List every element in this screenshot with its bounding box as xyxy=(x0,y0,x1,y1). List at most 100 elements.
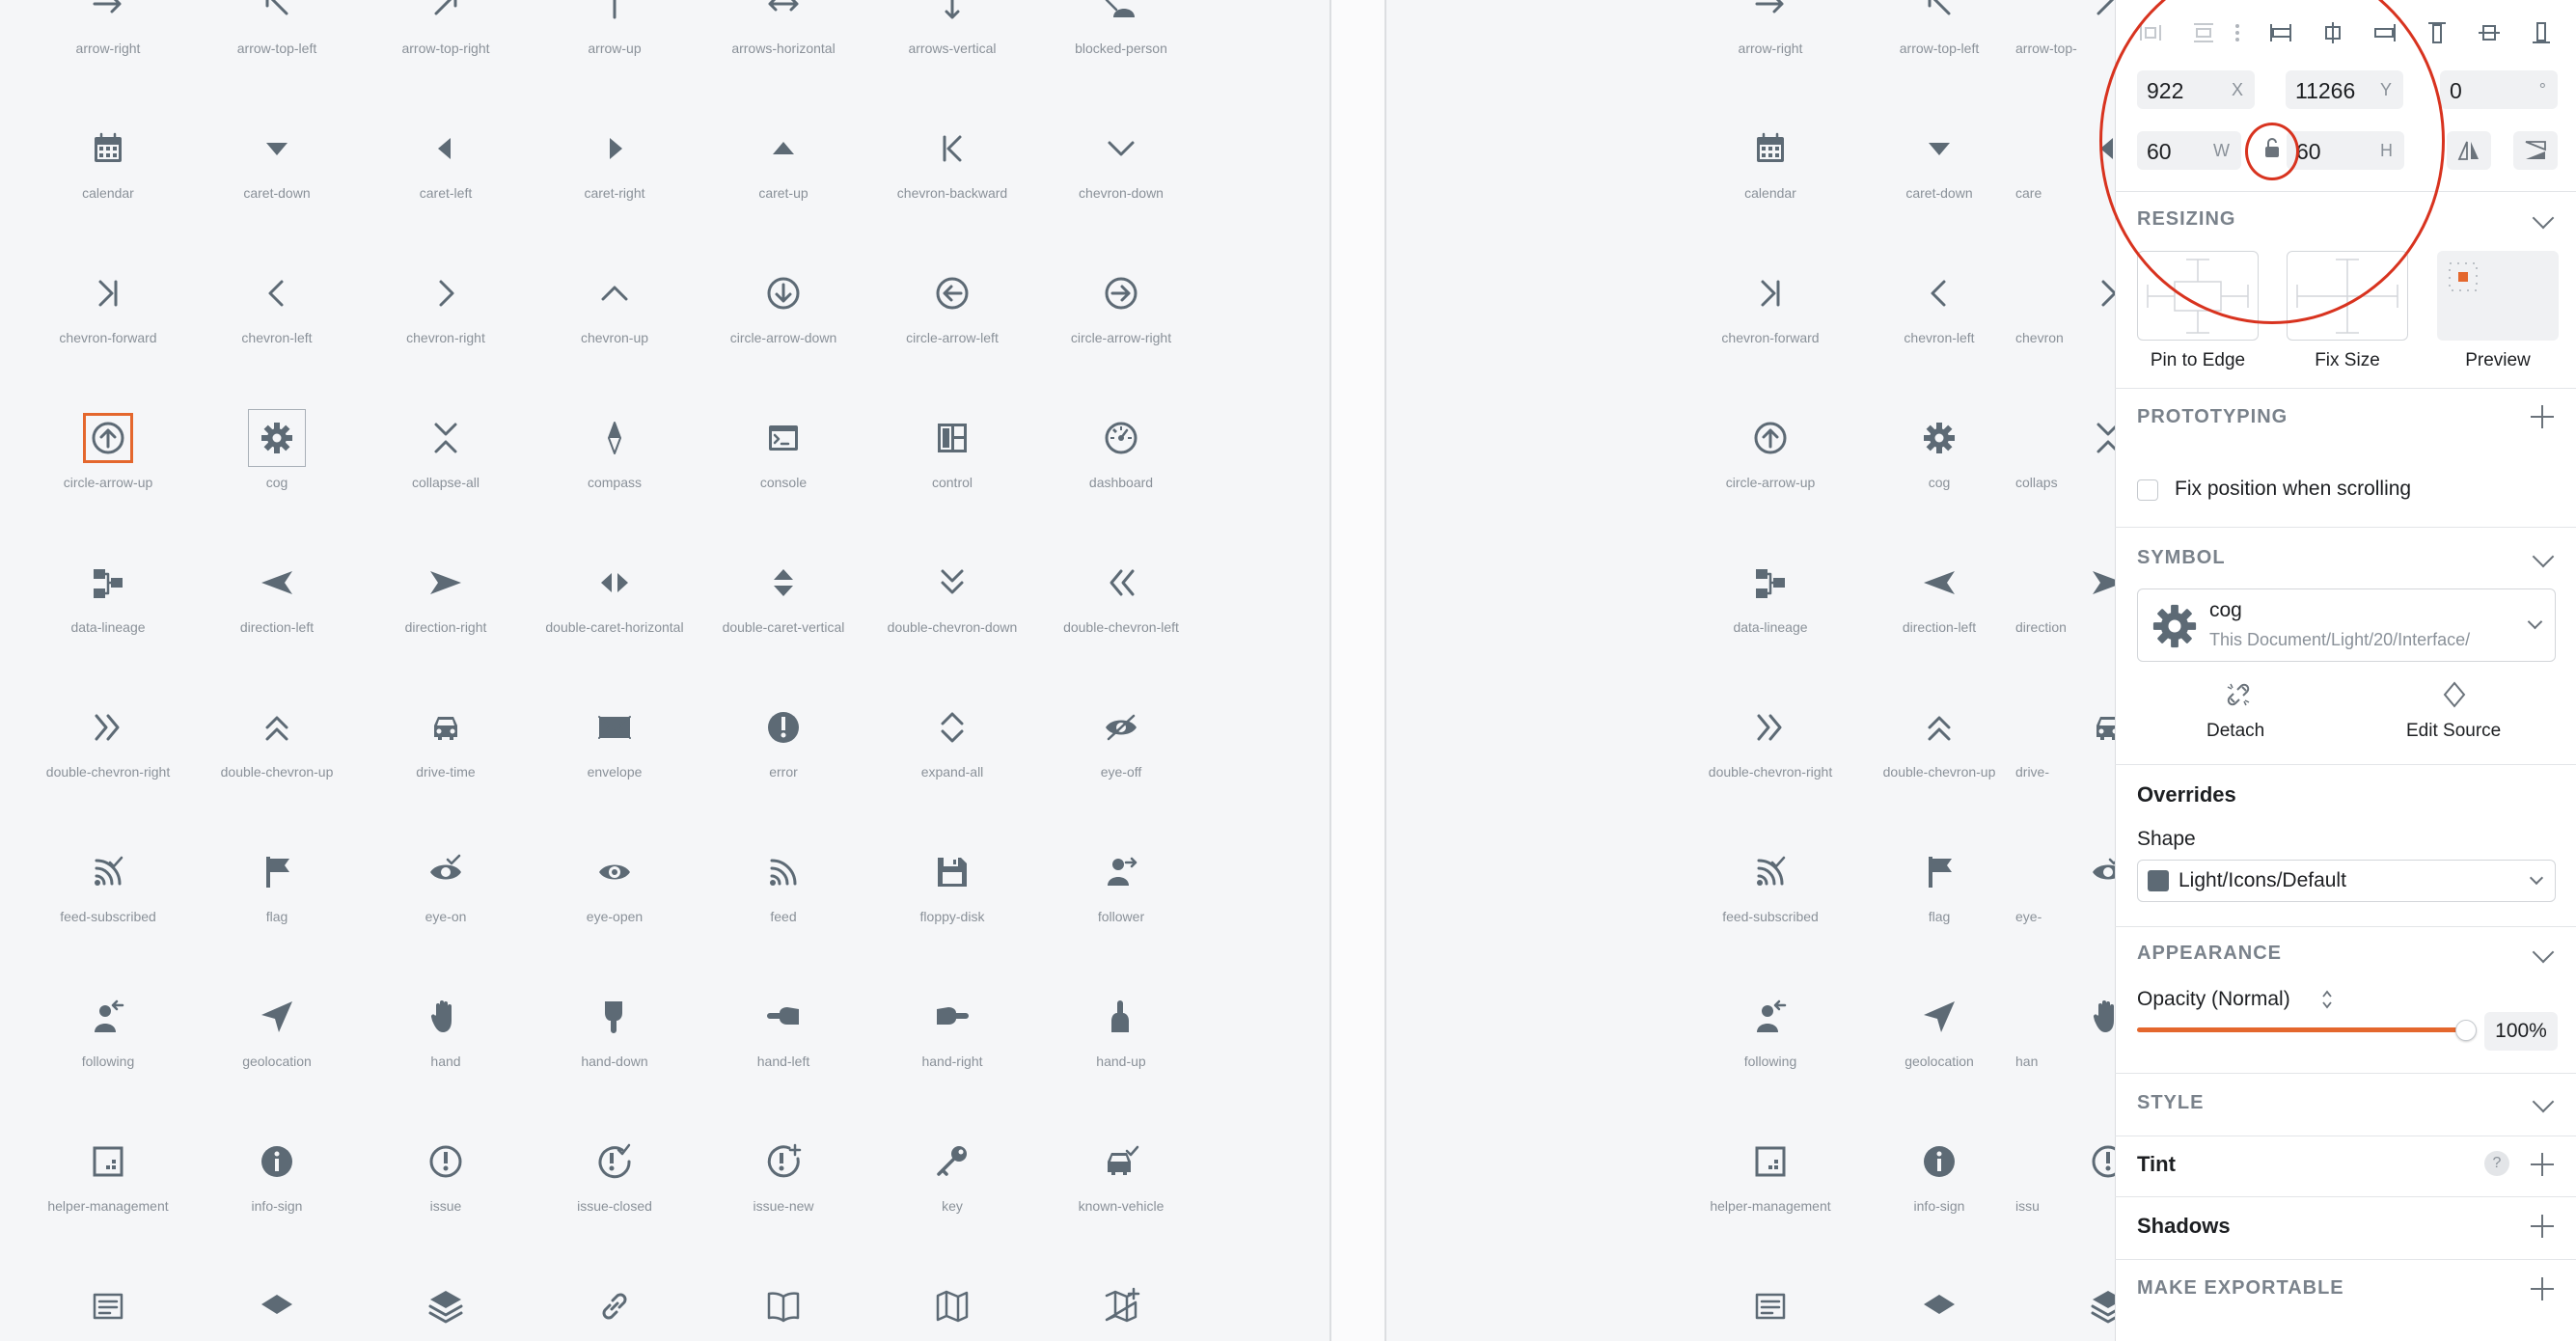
layers-icon xyxy=(426,1287,465,1326)
icon-tile[interactable]: geolocation xyxy=(1854,999,2024,1115)
add-export-icon[interactable] xyxy=(2531,1277,2554,1300)
detach-icon[interactable] xyxy=(2225,681,2252,708)
following-icon xyxy=(89,998,127,1036)
icon-tile[interactable] xyxy=(1854,1289,2024,1341)
icon-tile[interactable]: flag xyxy=(1854,855,2024,971)
icon-tile[interactable]: direction-left xyxy=(1854,565,2024,681)
icon-tile[interactable]: blocked-person xyxy=(1036,0,1206,102)
cog-icon xyxy=(2152,604,2197,648)
rotation-field[interactable]: 0 ° xyxy=(2440,70,2558,109)
flag-icon xyxy=(258,853,296,891)
align-top-icon[interactable] xyxy=(2424,19,2451,46)
calendar-icon xyxy=(89,129,127,168)
canvas-left[interactable]: arrow-right arrow-top-left arrow-top-right… xyxy=(0,0,1329,1341)
icon-tile[interactable]: chevron-left xyxy=(1854,276,2024,392)
icon-label: eye-off xyxy=(1100,764,1142,780)
add-shadow-icon[interactable] xyxy=(2531,1215,2554,1238)
double-chevron-up-icon xyxy=(258,708,296,747)
icon-tile[interactable]: map-create xyxy=(1036,1287,1206,1341)
flag-icon xyxy=(1920,853,1959,891)
icon-label: direction xyxy=(2015,619,2067,635)
icon-tile[interactable]: hand-up xyxy=(1036,999,1206,1115)
icon-tile[interactable]: layers xyxy=(361,1289,531,1341)
double-caret-horizontal-icon xyxy=(595,563,634,602)
icon-tile[interactable]: cog xyxy=(1854,421,2024,536)
circle-arrow-up-icon xyxy=(83,413,133,463)
direction-left-icon xyxy=(258,563,296,602)
slider-thumb[interactable] xyxy=(2455,1020,2477,1041)
icon-tile[interactable]: chevron-down xyxy=(1036,131,1206,247)
feed-subscribed-icon xyxy=(89,853,127,891)
flip-horizontal-button[interactable] xyxy=(2447,131,2491,170)
double-chevron-right-icon xyxy=(1751,708,1790,747)
edit-source-label[interactable]: Edit Source xyxy=(2406,721,2501,742)
preview-tile xyxy=(2437,251,2559,341)
shape-select[interactable]: Light/Icons/Default xyxy=(2137,860,2556,902)
icon-label: circle-arrow-right xyxy=(1070,330,1172,345)
feed-subscribed-icon xyxy=(1751,853,1790,891)
chevron-up-icon xyxy=(595,274,634,313)
symbol-select[interactable]: cog This Document/Light/20/Interface/ xyxy=(2137,588,2556,662)
icon-label: blocked-person xyxy=(1075,41,1167,56)
icon-tile[interactable]: map xyxy=(867,1289,1037,1341)
arrows-horizontal-icon xyxy=(764,0,803,23)
icon-tile[interactable]: link xyxy=(530,1289,699,1341)
align-bottom-icon[interactable] xyxy=(2528,19,2555,46)
icon-tile[interactable]: follower xyxy=(1036,855,1206,971)
icon-tile[interactable]: info-sign xyxy=(1854,1144,2024,1260)
info-sign-icon xyxy=(258,1142,296,1181)
arrow-right-icon xyxy=(89,0,127,23)
separator xyxy=(2115,926,2576,927)
icon-tile[interactable]: caret-down xyxy=(1854,131,2024,247)
symbol-title: SYMBOL xyxy=(2137,547,2226,568)
circle-arrow-right-icon xyxy=(1102,274,1140,313)
icon-tile[interactable]: double-chevron-left xyxy=(1036,565,1206,681)
dashboard-icon xyxy=(1102,419,1140,457)
icon-tile[interactable]: known-vehicle xyxy=(1036,1144,1206,1260)
calendar-icon xyxy=(1751,129,1790,168)
hand-up-icon xyxy=(1102,998,1140,1036)
info-sign-icon xyxy=(1920,1142,1959,1181)
stepper-icon[interactable] xyxy=(2320,987,2334,1012)
fix-position-label: Fix position when scrolling xyxy=(2175,478,2412,500)
fix-position-checkbox[interactable] xyxy=(2137,479,2158,501)
issue-new-icon xyxy=(764,1142,803,1181)
icon-tile[interactable]: circle-arrow-right xyxy=(1036,276,1206,392)
appearance-title: APPEARANCE xyxy=(2137,943,2283,964)
prototyping-title: PROTOTYPING xyxy=(2137,406,2288,427)
chevron-left-icon xyxy=(258,274,296,313)
icon-label: chevron xyxy=(2015,330,2064,345)
double-chevron-down-icon xyxy=(933,563,972,602)
detach-label[interactable]: Detach xyxy=(2206,721,2264,742)
icon-tile[interactable]: eye-off xyxy=(1036,710,1206,826)
align-middle-icon[interactable] xyxy=(2476,19,2503,46)
opacity-input[interactable]: 100% xyxy=(2484,1012,2558,1051)
icon-tile[interactable]: label xyxy=(23,1289,193,1341)
double-chevron-up-icon xyxy=(1920,708,1959,747)
icon-tile[interactable]: layer xyxy=(192,1289,362,1341)
chevron-left-icon xyxy=(1920,274,1959,313)
add-tint-icon[interactable] xyxy=(2531,1153,2554,1176)
hand-icon xyxy=(426,998,465,1036)
icon-tile[interactable]: dashboard xyxy=(1036,421,1206,536)
compass-icon xyxy=(595,419,634,457)
helper-management-icon xyxy=(1751,1142,1790,1181)
symbol-dropdown-icon xyxy=(2527,614,2543,630)
double-chevron-right-icon xyxy=(89,708,127,747)
icon-tile[interactable]: arrow-top-left xyxy=(1854,0,2024,102)
geolocation-icon xyxy=(258,998,296,1036)
cog-icon xyxy=(248,409,306,467)
link-icon xyxy=(595,1287,634,1326)
shape-value: Light/Icons/Default xyxy=(2179,869,2346,891)
help-icon[interactable]: ? xyxy=(2484,1151,2509,1176)
caret-left-icon xyxy=(426,129,465,168)
edit-source-icon[interactable] xyxy=(2441,681,2468,708)
icon-label: arrow-top- xyxy=(2015,41,2077,56)
icon-tile[interactable]: manual xyxy=(699,1289,868,1341)
add-prototyping-icon[interactable] xyxy=(2531,405,2554,428)
icon-tile[interactable] xyxy=(1685,1289,1855,1341)
shape-dropdown-icon xyxy=(2529,870,2544,886)
overrides-title: Overrides xyxy=(2137,782,2236,807)
flip-vertical-button[interactable] xyxy=(2513,131,2558,170)
icon-tile[interactable]: double-chevron-up xyxy=(1854,710,2024,826)
